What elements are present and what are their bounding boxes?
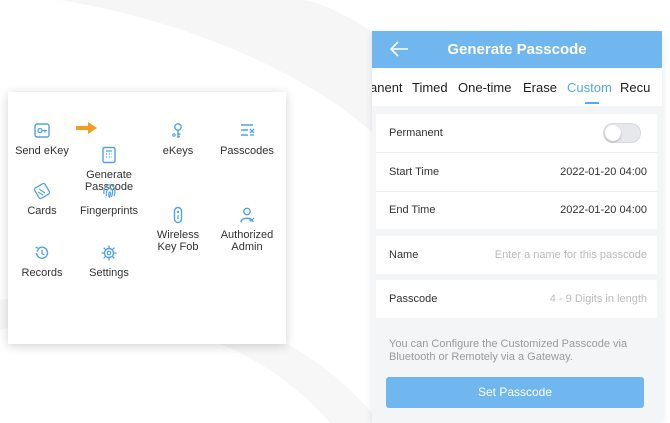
menu-item-authorized-admin[interactable]: Authorized Admin	[213, 182, 281, 253]
cards-icon	[32, 182, 52, 200]
send-ekey-icon	[32, 122, 52, 140]
menu-item-label: Settings	[89, 267, 129, 279]
menu-item-fingerprints[interactable]: Fingerprints	[75, 182, 143, 217]
start-time-label: Start Time	[389, 166, 440, 178]
tab-permanent[interactable]: anent	[372, 80, 403, 95]
tab-custom[interactable]: Custom	[567, 80, 612, 95]
header-bar: Generate Passcode	[372, 31, 662, 68]
menu-item-passcodes[interactable]: Passcodes	[213, 122, 281, 157]
passcode-row: Passcode 4 - 9 Digits in length	[376, 280, 657, 318]
authorized-admin-icon	[237, 194, 257, 223]
menu-item-settings[interactable]: Settings	[75, 244, 143, 279]
start-time-value: 2022-01-20 04:00	[560, 166, 647, 178]
start-time-row[interactable]: Start Time 2022-01-20 04:00	[376, 153, 657, 191]
lock-menu-card: Send eKey Generate Passcode eKeys Passco…	[8, 92, 286, 344]
permanent-toggle[interactable]	[603, 123, 641, 143]
menu-item-label: Fingerprints	[79, 205, 139, 217]
ekeys-icon	[168, 122, 188, 140]
tab-one-time[interactable]: One-time	[458, 80, 511, 95]
menu-item-ekeys[interactable]: eKeys	[144, 122, 212, 157]
tab-timed[interactable]: Timed	[412, 80, 448, 95]
passcode-type-tabs: anent Timed One-time Erase Custom Recu	[372, 68, 662, 106]
key-fob-icon	[168, 194, 188, 224]
settings-icon	[99, 244, 119, 262]
tab-erase[interactable]: Erase	[523, 80, 557, 95]
page-title: Generate Passcode	[447, 41, 587, 58]
records-icon	[32, 244, 52, 262]
end-time-label: End Time	[389, 204, 436, 216]
name-row: Name Enter a name for this passcode	[376, 236, 657, 274]
menu-item-cards[interactable]: Cards	[8, 182, 76, 217]
generate-passcode-icon	[99, 134, 119, 164]
configuration-note: You can Configure the Customized Passcod…	[389, 338, 628, 363]
pointer-arrow-icon	[76, 122, 97, 134]
menu-item-label: Passcodes	[220, 145, 274, 157]
menu-item-label: Records	[21, 267, 63, 279]
menu-item-label: eKeys	[162, 145, 194, 157]
menu-item-records[interactable]: Records	[8, 244, 76, 279]
fingerprint-icon	[99, 182, 119, 200]
menu-item-label: Wireless Key Fob	[156, 229, 200, 253]
permanent-label: Permanent	[389, 127, 443, 139]
active-tab-indicator	[585, 102, 599, 104]
end-time-row[interactable]: End Time 2022-01-20 04:00	[376, 191, 657, 229]
time-settings-group: Permanent Start Time 2022-01-20 04:00 En…	[376, 114, 657, 229]
menu-item-label: Cards	[27, 205, 57, 217]
toggle-knob	[605, 125, 621, 141]
generate-passcode-screen: Generate Passcode anent Timed One-time E…	[372, 31, 662, 423]
menu-item-wireless-key-fob[interactable]: Wireless Key Fob	[144, 182, 212, 253]
passcode-label: Passcode	[389, 293, 438, 305]
name-input[interactable]: Enter a name for this passcode	[495, 249, 647, 261]
name-label: Name	[389, 249, 419, 261]
permanent-row: Permanent	[376, 114, 657, 152]
menu-item-label: Authorized Admin	[220, 229, 274, 253]
end-time-value: 2022-01-20 04:00	[560, 204, 647, 216]
menu-item-label: Send eKey	[15, 145, 69, 157]
name-group: Name Enter a name for this passcode	[376, 236, 657, 274]
set-passcode-button[interactable]: Set Passcode	[386, 377, 644, 408]
tab-recurring[interactable]: Recu	[620, 80, 650, 95]
menu-item-send-ekey[interactable]: Send eKey	[8, 122, 76, 157]
passcode-group: Passcode 4 - 9 Digits in length	[376, 280, 657, 318]
passcode-input[interactable]: 4 - 9 Digits in length	[550, 293, 647, 305]
passcodes-icon	[237, 122, 257, 140]
